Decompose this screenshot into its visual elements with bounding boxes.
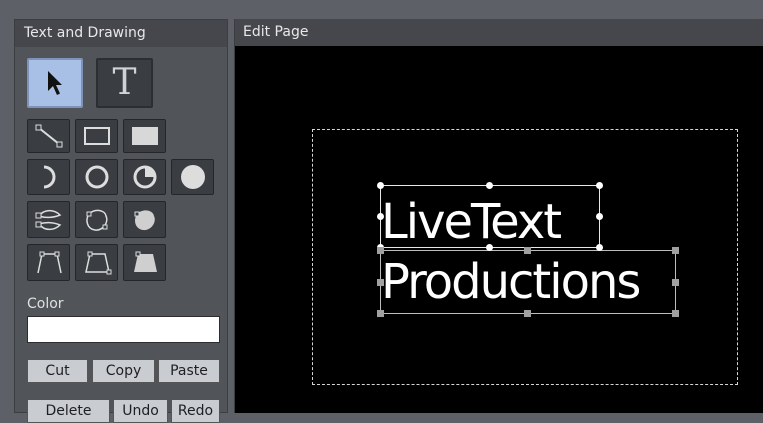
redo-button[interactable]: Redo: [171, 399, 220, 423]
resize-handle[interactable]: [672, 310, 679, 317]
resize-handle[interactable]: [377, 310, 384, 317]
rectangle-outline-icon: [83, 127, 110, 145]
resize-handle[interactable]: [672, 279, 679, 286]
pie-tool-button[interactable]: [123, 159, 166, 195]
polygon-tool-button[interactable]: [75, 244, 118, 281]
arrow-cursor-icon: [48, 71, 62, 95]
circle-tool-button[interactable]: [75, 159, 118, 195]
filled-polygon-tool-button[interactable]: [123, 244, 166, 281]
resize-handle[interactable]: [524, 310, 531, 317]
paste-button[interactable]: Paste: [158, 359, 220, 383]
resize-handle[interactable]: [486, 182, 493, 189]
resize-handle[interactable]: [596, 213, 603, 220]
select-tool-button[interactable]: [27, 58, 83, 108]
arc-tool-button[interactable]: [27, 159, 70, 195]
blob-filled-icon: [134, 209, 155, 230]
closed-curve-icon: [35, 209, 61, 230]
edit-page-title: Edit Page: [235, 19, 763, 46]
closed-curve-tool-button[interactable]: [27, 201, 70, 238]
line-icon: [35, 124, 62, 148]
rectangle-filled-icon: [131, 127, 158, 145]
filled-blob-tool-button[interactable]: [123, 201, 166, 238]
arc-icon: [43, 165, 55, 189]
resize-handle[interactable]: [377, 247, 384, 254]
text-object-productions[interactable]: Productions: [380, 250, 676, 314]
polyline-icon: [36, 251, 62, 273]
undo-button[interactable]: Undo: [113, 399, 168, 423]
resize-handle[interactable]: [596, 244, 603, 251]
cut-button[interactable]: Cut: [27, 359, 88, 383]
polyline-tool-button[interactable]: [27, 244, 70, 281]
resize-handle[interactable]: [486, 244, 493, 251]
blob-tool-button[interactable]: [75, 201, 118, 238]
polygon-filled-icon: [133, 251, 157, 272]
edit-canvas[interactable]: LiveText Productions: [235, 46, 763, 413]
color-swatch[interactable]: [27, 316, 220, 343]
text-tool-button[interactable]: T: [96, 58, 153, 108]
edit-page-panel: Edit Page LiveText Productions: [234, 19, 763, 413]
panel-title: Text and Drawing: [15, 20, 227, 47]
resize-handle[interactable]: [377, 182, 384, 189]
color-label: Color: [27, 296, 64, 312]
circle-filled-icon: [180, 165, 205, 189]
line-tool-button[interactable]: [27, 119, 70, 153]
resize-handle[interactable]: [377, 279, 384, 286]
text-and-drawing-panel: Text and Drawing T Color Cut Copy Paste …: [14, 19, 228, 423]
filled-circle-tool-button[interactable]: [171, 159, 214, 195]
copy-button[interactable]: Copy: [92, 359, 155, 383]
text-t-icon: T: [112, 62, 137, 103]
delete-button[interactable]: Delete: [27, 399, 110, 423]
filled-rectangle-tool-button[interactable]: [123, 119, 166, 153]
resize-handle[interactable]: [524, 247, 531, 254]
resize-handle[interactable]: [596, 182, 603, 189]
pie-icon: [133, 165, 156, 189]
blob-outline-icon: [85, 209, 107, 231]
circle-outline-icon: [85, 165, 108, 189]
rectangle-tool-button[interactable]: [75, 119, 118, 153]
resize-handle[interactable]: [377, 213, 384, 220]
resize-handle[interactable]: [672, 247, 679, 254]
polygon-outline-icon: [84, 251, 111, 274]
text-object-livetext[interactable]: LiveText: [380, 185, 600, 250]
